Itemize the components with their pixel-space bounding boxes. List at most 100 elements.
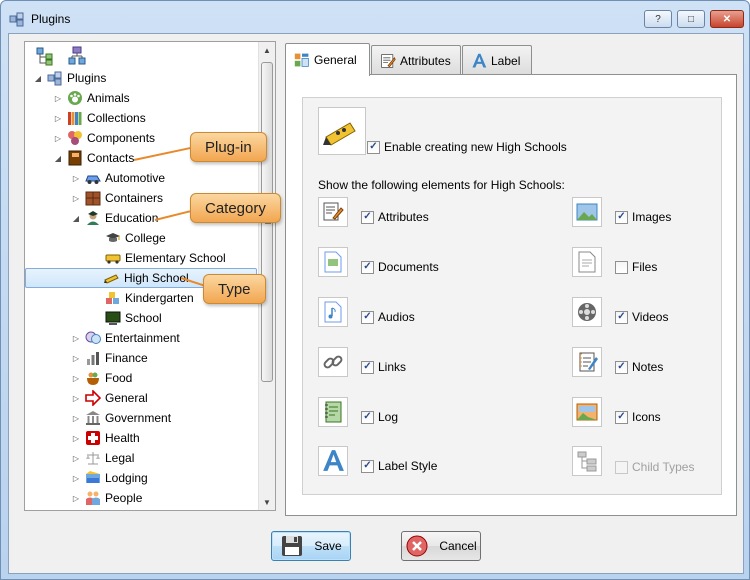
scroll-up-arrow-icon[interactable]: ▲ bbox=[259, 42, 275, 58]
floppy-disk-icon bbox=[280, 534, 304, 558]
close-button[interactable]: ✕ bbox=[710, 10, 744, 28]
scroll-down-arrow-icon[interactable]: ▼ bbox=[259, 494, 275, 510]
expanded-triangle-icon[interactable]: ◢ bbox=[71, 213, 81, 223]
tree-item-legal[interactable]: ▷ Legal bbox=[25, 448, 257, 468]
checkbox-label: Audios bbox=[378, 310, 415, 324]
tree-item-animals[interactable]: ▷ Animals bbox=[25, 88, 257, 108]
tree-item-people[interactable]: ▷ People bbox=[25, 488, 257, 508]
option-documents-checkbox[interactable]: ✓ Documents bbox=[361, 260, 439, 274]
tree-item-entertainment[interactable]: ▷ Entertainment bbox=[25, 328, 257, 348]
expanded-triangle-icon[interactable]: ◢ bbox=[33, 73, 43, 83]
plugin-callout: Plug-in bbox=[190, 132, 267, 162]
checkbox-check-icon[interactable]: ✓ bbox=[361, 310, 374, 324]
option-videos-checkbox[interactable]: ✓ Videos bbox=[615, 310, 668, 324]
option-icons-checkbox[interactable]: ✓ Icons bbox=[615, 410, 661, 424]
option-audios-checkbox[interactable]: ✓ Audios bbox=[361, 310, 415, 324]
link-icon bbox=[318, 347, 348, 377]
help-button[interactable]: ? bbox=[644, 10, 672, 28]
collapse-all-icon[interactable] bbox=[67, 46, 87, 66]
category-callout: Category bbox=[190, 193, 281, 223]
collapsed-triangle-icon[interactable]: ▷ bbox=[71, 193, 81, 203]
tree-item-plugins[interactable]: ◢ Plugins bbox=[25, 68, 257, 88]
tree-item-finance[interactable]: ▷ Finance bbox=[25, 348, 257, 368]
tree-item-government[interactable]: ▷ Government bbox=[25, 408, 257, 428]
collapsed-triangle-icon[interactable]: ▷ bbox=[71, 353, 81, 363]
checkbox-check-icon[interactable]: ✓ bbox=[361, 210, 374, 224]
tree-item-health[interactable]: ▷ Health bbox=[25, 428, 257, 448]
tree-item-elementary-school[interactable]: Elementary School bbox=[25, 248, 257, 268]
people-icon bbox=[85, 490, 101, 506]
tree-item-college[interactable]: College bbox=[25, 228, 257, 248]
tab-general[interactable]: General bbox=[285, 43, 370, 76]
restore-icon: □ bbox=[687, 13, 695, 25]
puzzle-icon bbox=[47, 70, 63, 86]
option-child-types-checkbox[interactable]: Child Types bbox=[615, 460, 694, 474]
collapsed-triangle-icon[interactable]: ▷ bbox=[71, 413, 81, 423]
tree-item-automotive[interactable]: ▷ Automotive bbox=[25, 168, 257, 188]
expanded-triangle-icon[interactable]: ◢ bbox=[53, 153, 63, 163]
tab-label: Attributes bbox=[400, 53, 451, 68]
checkbox-label: Icons bbox=[632, 410, 661, 424]
food-icon bbox=[85, 370, 101, 386]
option-notes-checkbox[interactable]: ✓ Notes bbox=[615, 360, 663, 374]
cancel-icon bbox=[405, 534, 429, 558]
title-bar[interactable]: Plugins ? □ ✕ bbox=[1, 1, 749, 35]
checkbox-check-icon[interactable]: ✓ bbox=[615, 310, 628, 324]
expand-all-icon[interactable] bbox=[35, 46, 55, 66]
collapsed-triangle-icon[interactable]: ▷ bbox=[71, 373, 81, 383]
callout-text: Plug-in bbox=[205, 138, 252, 156]
restore-button[interactable]: □ bbox=[677, 10, 705, 28]
checkbox-unchecked-icon[interactable] bbox=[615, 260, 628, 274]
enable-creating-checkbox[interactable]: ✓ Enable creating new High Schools bbox=[367, 140, 567, 154]
tree-item-lodging[interactable]: ▷ Lodging bbox=[25, 468, 257, 488]
collapsed-triangle-icon[interactable]: ▷ bbox=[53, 113, 63, 123]
option-files-checkbox[interactable]: Files bbox=[615, 260, 657, 274]
checkbox-check-icon[interactable]: ✓ bbox=[615, 210, 628, 224]
scales-icon bbox=[85, 450, 101, 466]
checkbox-check-icon[interactable]: ✓ bbox=[361, 360, 374, 374]
icons-icon bbox=[572, 397, 602, 427]
tree-item-label: Health bbox=[105, 431, 140, 445]
save-button[interactable]: Save bbox=[271, 531, 351, 561]
collapsed-triangle-icon[interactable]: ▷ bbox=[71, 473, 81, 483]
collapsed-triangle-icon[interactable]: ▷ bbox=[71, 433, 81, 443]
tree-item-label: Education bbox=[105, 211, 159, 225]
tab-attributes[interactable]: Attributes bbox=[371, 45, 461, 75]
option-links-checkbox[interactable]: ✓ Links bbox=[361, 360, 406, 374]
paw-icon bbox=[67, 90, 83, 106]
car-icon bbox=[85, 170, 101, 186]
checkbox-unchecked-icon[interactable] bbox=[615, 460, 628, 474]
collapsed-triangle-icon[interactable]: ▷ bbox=[53, 93, 63, 103]
checkbox-check-icon[interactable]: ✓ bbox=[615, 360, 628, 374]
tree-item-label: Elementary School bbox=[125, 251, 226, 265]
general-options-box: ✓ Enable creating new High Schools Show … bbox=[302, 97, 722, 495]
collapsed-triangle-icon[interactable]: ▷ bbox=[71, 393, 81, 403]
cancel-button[interactable]: Cancel bbox=[401, 531, 481, 561]
collapsed-triangle-icon[interactable]: ▷ bbox=[71, 453, 81, 463]
pencil-icon bbox=[323, 122, 356, 146]
checkbox-label: Files bbox=[632, 260, 658, 274]
option-images-checkbox[interactable]: ✓ Images bbox=[615, 210, 671, 224]
checkbox-check-icon[interactable]: ✓ bbox=[361, 260, 374, 274]
tree-item-general[interactable]: ▷ General bbox=[25, 388, 257, 408]
tree-item-label: Containers bbox=[105, 191, 164, 205]
collapsed-triangle-icon[interactable]: ▷ bbox=[71, 333, 81, 343]
checkbox-check-icon[interactable]: ✓ bbox=[361, 459, 374, 473]
collapsed-triangle-icon[interactable]: ▷ bbox=[71, 173, 81, 183]
collapsed-triangle-icon[interactable]: ▷ bbox=[71, 493, 81, 503]
type-callout: Type bbox=[203, 274, 266, 304]
tab-label-tab[interactable]: Label bbox=[462, 45, 532, 75]
tree-item-label: Contacts bbox=[87, 151, 135, 165]
option-log-checkbox[interactable]: ✓ Log bbox=[361, 410, 398, 424]
checkbox-check-icon[interactable]: ✓ bbox=[367, 140, 380, 154]
general-tab-panel: ✓ Enable creating new High Schools Show … bbox=[285, 74, 737, 516]
tree-item-food[interactable]: ▷ Food bbox=[25, 368, 257, 388]
option-attributes-checkbox[interactable]: ✓ Attributes bbox=[361, 210, 429, 224]
tree-item-school[interactable]: School bbox=[25, 308, 257, 328]
tree-item-collections[interactable]: ▷ Collections bbox=[25, 108, 257, 128]
collapsed-triangle-icon[interactable]: ▷ bbox=[53, 133, 63, 143]
checkbox-check-icon[interactable]: ✓ bbox=[361, 410, 374, 424]
option-label-style-checkbox[interactable]: ✓ Label Style bbox=[361, 459, 437, 473]
checkbox-check-icon[interactable]: ✓ bbox=[615, 410, 628, 424]
tree-item-label: Finance bbox=[105, 351, 148, 365]
